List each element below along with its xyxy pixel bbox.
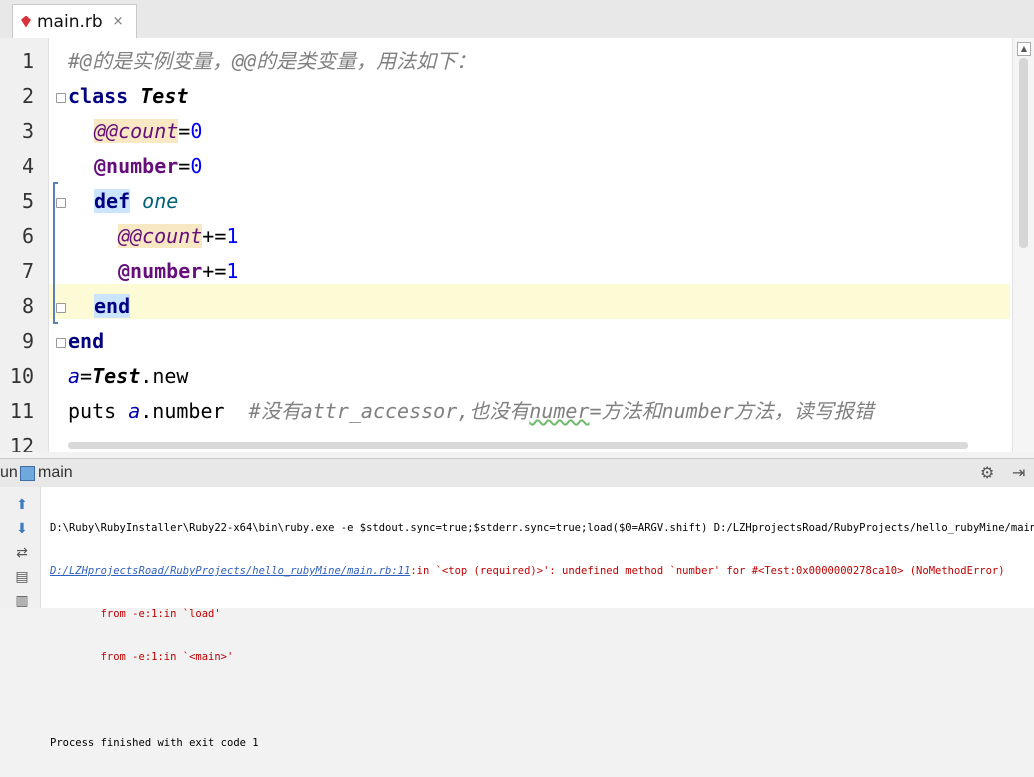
line-number: 9: [21, 329, 34, 353]
line-number: 5: [21, 189, 34, 213]
process-finished-line: Process finished with exit code 1: [50, 737, 259, 749]
error-message: :in `<top (required)>': undefined method…: [410, 565, 1005, 577]
code-line-7: @number+=1: [118, 254, 238, 289]
fold-marker-icon[interactable]: [56, 198, 66, 208]
horizontal-scrollbar[interactable]: [68, 440, 1008, 450]
operator: +=: [202, 224, 227, 248]
local-variable: a: [128, 399, 141, 423]
fold-marker-icon[interactable]: [56, 93, 66, 103]
keyword-highlighted: def: [94, 189, 131, 213]
ruby-file-icon: [21, 15, 31, 28]
current-line-highlight: [48, 284, 1010, 319]
tab-main-rb[interactable]: main.rb ×: [12, 4, 137, 38]
method-name: one: [142, 189, 179, 213]
class-variable: @@count: [118, 224, 203, 248]
local-variable: a: [68, 364, 81, 388]
number-literal: 0: [190, 119, 203, 143]
method-call: .number: [140, 399, 225, 423]
typo-underlined: numer: [529, 399, 590, 423]
keyword: end: [68, 329, 105, 353]
keyword-highlighted: end: [94, 294, 131, 318]
class-name: Test: [92, 364, 141, 388]
run-config-icon: [20, 466, 35, 481]
operator: =: [178, 119, 191, 143]
scroll-thumb[interactable]: [68, 442, 968, 449]
code-line-1: #@的是实例变量，@@的是类变量，用法如下：: [68, 44, 476, 79]
print-icon[interactable]: ▤: [14, 569, 30, 585]
line-number: 6: [21, 224, 34, 248]
comment: #@的是实例变量，@@的是类变量，用法如下：: [68, 49, 477, 73]
line-number-gutter: 1 2 3 4 5 6 7 8 9 10 11 12: [0, 38, 49, 452]
console-output: D:\Ruby\RubyInstaller\Ruby22-x64\bin\rub…: [50, 495, 1034, 777]
code-line-2: class Test: [68, 79, 188, 114]
run-panel-label[interactable]: un: [0, 459, 18, 487]
code-editor[interactable]: 1 2 3 4 5 6 7 8 9 10 11 12 #@的是实例变量，@@的是…: [0, 38, 1034, 452]
code-line-10: a=Test.new: [68, 359, 188, 394]
instance-variable: @number: [118, 259, 203, 283]
keyword: class: [68, 84, 129, 108]
method-call: new: [152, 364, 189, 388]
code-line-4: @number=0: [94, 149, 202, 184]
dot: .: [140, 364, 153, 388]
spacing: [225, 399, 249, 423]
code-line-8: end: [94, 289, 131, 324]
code-line-6: @@count+=1: [118, 219, 238, 254]
code-line-9: end: [68, 324, 104, 359]
delete-icon[interactable]: ▥: [14, 593, 30, 609]
rerun-up-icon[interactable]: ⬆: [14, 497, 30, 513]
line-number: 12: [9, 434, 34, 452]
settings-icon[interactable]: ⚙: [980, 463, 994, 482]
operator: +=: [202, 259, 227, 283]
run-panel-header: un main ⚙ ⇥: [0, 458, 1034, 488]
code-line-5: def one: [94, 184, 178, 219]
code-line-11: puts a.number #没有attr_accessor,也没有numer=…: [68, 394, 874, 429]
comment: =方法和number方法，读写报错: [589, 399, 874, 423]
line-number: 11: [9, 399, 34, 423]
down-arrow-icon[interactable]: ⬇: [14, 521, 30, 537]
pin-icon[interactable]: ⇥: [1012, 463, 1025, 482]
operator: =: [80, 364, 93, 388]
wrap-icon[interactable]: ⇄: [14, 545, 30, 561]
console-toolbar: ⬆ ⬇ ⇄ ▤ ▥: [0, 487, 41, 609]
operator: =: [178, 154, 191, 178]
line-number: 7: [21, 259, 34, 283]
run-console[interactable]: ⬆ ⬇ ⇄ ▤ ▥ D:\Ruby\RubyInstaller\Ruby22-x…: [0, 487, 1034, 749]
console-line: D:\Ruby\RubyInstaller\Ruby22-x64\bin\rub…: [50, 522, 1034, 534]
line-number: 10: [9, 364, 34, 388]
comment: #没有attr_accessor,也没有: [248, 399, 530, 423]
run-config-name[interactable]: main: [38, 459, 73, 487]
tab-filename: main.rb: [37, 11, 103, 32]
vertical-scrollbar[interactable]: ▲: [1012, 38, 1034, 452]
console-error-line: D:/LZHprojectsRoad/RubyProjects/hello_ru…: [50, 562, 1034, 581]
console-trace-line: from -e:1:in `<main>': [50, 651, 234, 663]
line-number: 1: [21, 49, 34, 73]
code-line-3: @@count=0: [94, 114, 202, 149]
close-icon[interactable]: ×: [113, 14, 124, 29]
error-file-link[interactable]: D:/LZHprojectsRoad/RubyProjects/hello_ru…: [50, 565, 410, 577]
fold-marker-icon[interactable]: [56, 338, 66, 348]
number-literal: 1: [226, 224, 239, 248]
number-literal: 1: [226, 259, 239, 283]
class-variable: @@count: [94, 119, 179, 143]
instance-variable: @number: [94, 154, 179, 178]
line-number: 4: [21, 154, 34, 178]
scroll-up-icon[interactable]: ▲: [1017, 42, 1031, 56]
line-number: 3: [21, 119, 34, 143]
number-literal: 0: [190, 154, 203, 178]
scroll-thumb[interactable]: [1019, 58, 1028, 248]
puts-command: puts: [68, 399, 129, 423]
fold-marker-icon[interactable]: [56, 303, 66, 313]
line-number: 8: [21, 294, 34, 318]
line-number: 2: [21, 84, 34, 108]
class-name: Test: [140, 84, 189, 108]
editor-tab-bar: main.rb ×: [0, 0, 1034, 39]
